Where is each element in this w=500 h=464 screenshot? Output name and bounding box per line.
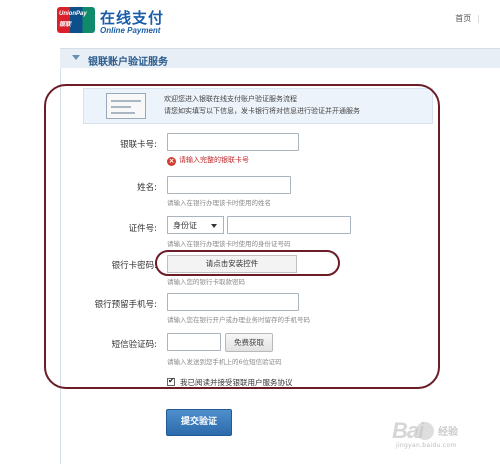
section-header[interactable]: 银联账户验证服务	[60, 48, 500, 68]
home-link-area: 首页 |	[455, 13, 480, 24]
baidu-watermark: Bai 经验 jingyan.baidu.com	[372, 418, 490, 452]
submit-button[interactable]: 提交验证	[166, 409, 232, 436]
logo-text-cn: 银联	[59, 22, 72, 28]
annotation-outline-form	[44, 84, 440, 389]
brand-title: 在线支付	[100, 9, 165, 27]
unionpay-logo[interactable]: UnionPay 银联	[57, 7, 95, 33]
watermark-suffix: 经验	[438, 427, 458, 438]
collapse-arrow-icon[interactable]	[72, 55, 80, 60]
brand-subtitle: Online Payment	[100, 26, 161, 35]
paw-icon	[416, 422, 434, 440]
watermark-url: jingyan.baidu.com	[396, 442, 457, 449]
header-divider: |	[477, 14, 480, 23]
logo-text-en: UnionPay	[59, 11, 87, 17]
home-link[interactable]: 首页	[455, 14, 471, 23]
annotation-outline-password	[155, 250, 340, 276]
section-title: 银联账户验证服务	[88, 57, 168, 68]
page-header: UnionPay 银联 在线支付 Online Payment 首页 |	[0, 0, 500, 38]
